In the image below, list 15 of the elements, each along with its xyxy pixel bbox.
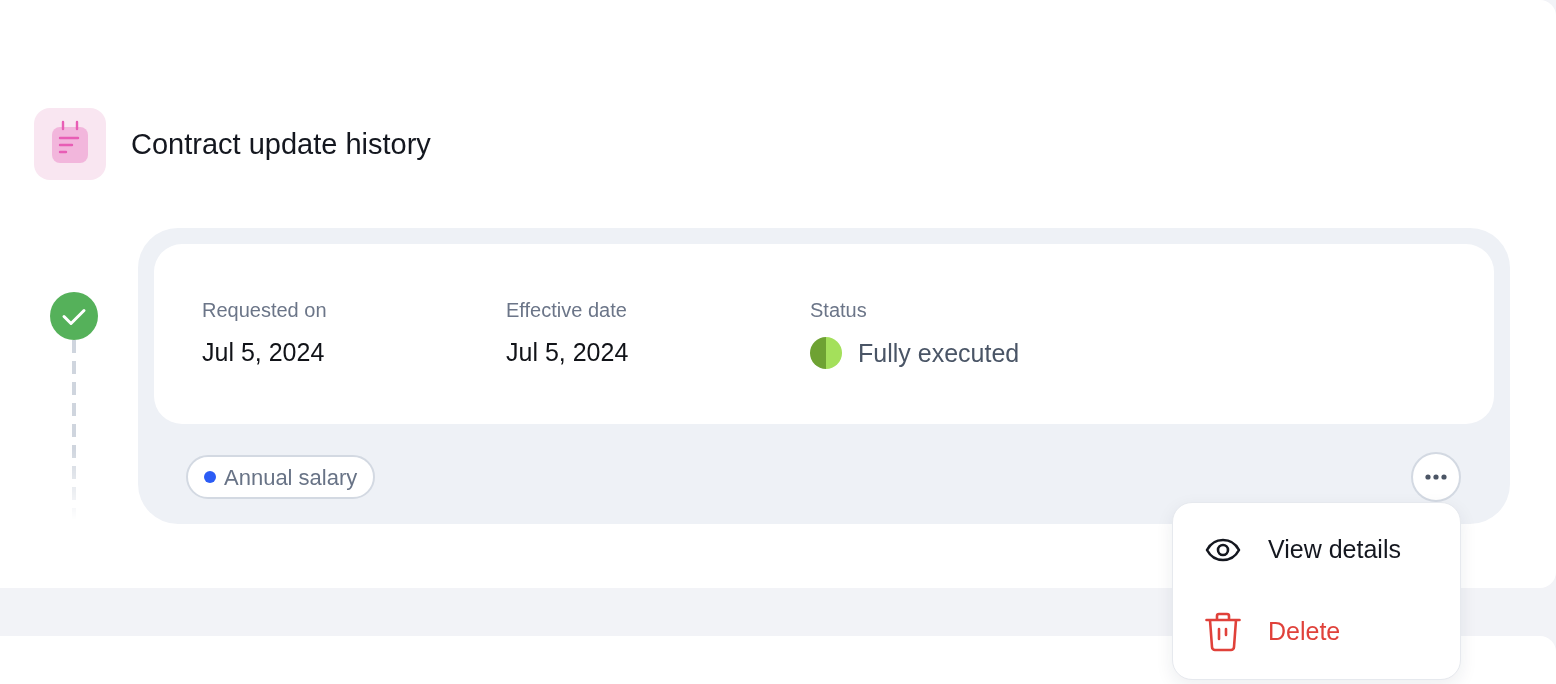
field-label: Requested on xyxy=(202,298,328,322)
eye-icon[interactable] xyxy=(1205,538,1241,562)
field-value: Jul 5, 2024 xyxy=(202,337,326,367)
status-value: Fully executed xyxy=(858,338,1020,368)
status-icon xyxy=(810,337,842,369)
field-label: Status xyxy=(810,298,868,322)
notepad-icon xyxy=(34,108,106,180)
trash-icon[interactable] xyxy=(1205,612,1241,652)
page-title: Contract update history xyxy=(131,126,431,162)
delete-item[interactable]: Delete xyxy=(1173,593,1460,671)
field-label: Effective date xyxy=(506,298,628,322)
view-details-item[interactable]: View details xyxy=(1173,511,1460,589)
more-icon[interactable] xyxy=(1425,474,1447,480)
tag-label: Annual salary xyxy=(224,463,358,492)
field-value: Jul 5, 2024 xyxy=(506,337,630,367)
